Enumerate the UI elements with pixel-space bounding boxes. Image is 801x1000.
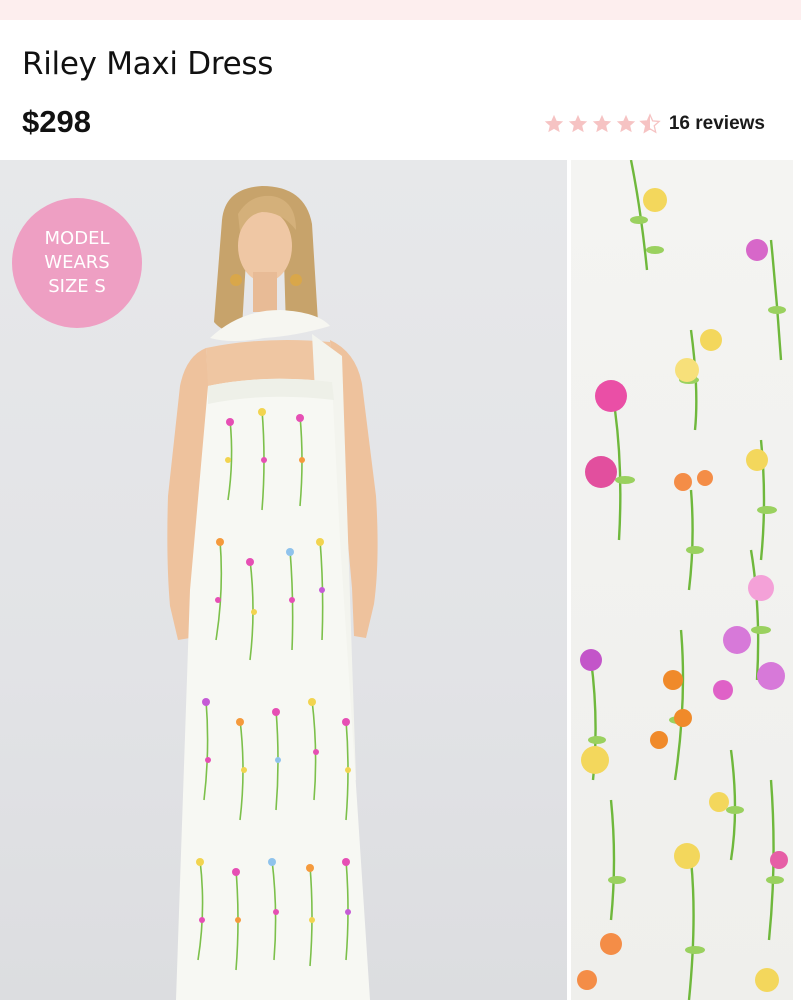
badge-line-1: MODEL [44,228,110,249]
star-icon [544,114,564,133]
badge-line-3: SIZE S [48,276,106,297]
product-price: $298 [22,104,91,139]
product-title: Riley Maxi Dress [22,46,274,82]
fabric-detail-illustration [577,160,788,1000]
half-star-icon [639,113,661,134]
product-gallery[interactable]: MODEL WEARS SIZE S [0,160,801,1000]
reviews-link[interactable]: 16 reviews [669,113,765,135]
star-rating [543,113,661,135]
model-size-badge: MODEL WEARS SIZE S [12,198,142,328]
detail-product-image[interactable] [571,160,793,1000]
rating-summary[interactable]: 16 reviews [543,110,765,138]
promo-banner[interactable] [0,0,801,20]
star-icon [568,114,588,133]
badge-line-2: WEARS [44,252,110,273]
star-icon [592,114,612,133]
star-icon [616,114,636,133]
